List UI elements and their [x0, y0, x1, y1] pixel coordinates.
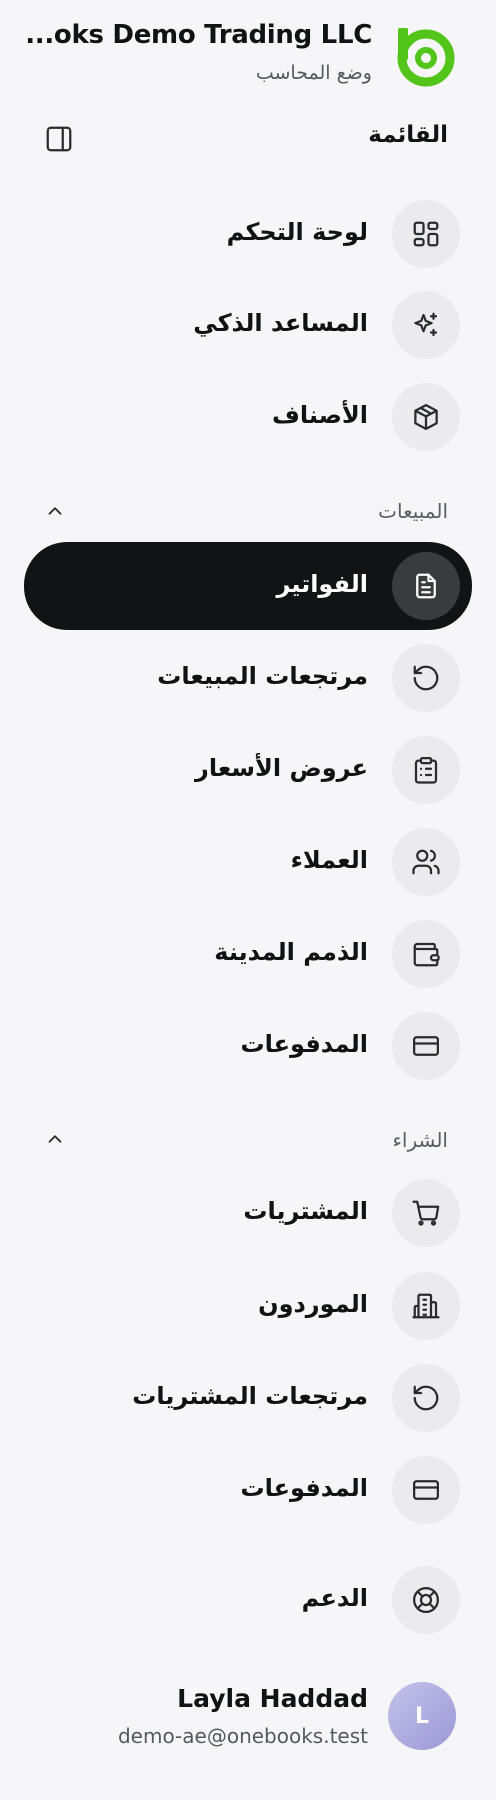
nav-item-support[interactable]: الدعم [0, 1557, 496, 1643]
sparkles-icon [392, 291, 460, 359]
nav-item-label: العملاء [290, 846, 368, 874]
nav-item-label: المشتريات [243, 1197, 368, 1225]
nav-item-label: الموردون [258, 1290, 368, 1318]
menu-title: القائمة [368, 122, 448, 148]
nav-item-label: مرتجعات المشتريات [132, 1382, 368, 1410]
nav-item-label: المساعد الذكي [193, 309, 368, 337]
nav-item-sales-returns[interactable]: مرتجعات المبيعات [0, 635, 496, 721]
nav-item-label: المدفوعات [240, 1030, 368, 1058]
nav-item-payments-sales[interactable]: المدفوعات [0, 1003, 496, 1089]
user-name[interactable]: Layla Haddad [177, 1684, 368, 1713]
user-email: demo-ae@onebooks.test [117, 1724, 368, 1748]
nav-item-label: المدفوعات [240, 1474, 368, 1502]
section-purchases-title: الشراء [392, 1128, 449, 1152]
nav-item-invoices[interactable]: الفواتير [24, 542, 472, 630]
nav-item-label: الدعم [301, 1584, 368, 1612]
mode-label: وضع المحاسب [255, 62, 372, 84]
nav-item-label: لوحة التحكم [226, 218, 368, 246]
sidebar-panel-icon[interactable] [44, 124, 74, 154]
credit-card-icon [392, 1456, 460, 1524]
building-icon [392, 1272, 460, 1340]
rotate-ccw-icon [392, 1364, 460, 1432]
nav-item-label: الذمم المدينة [214, 938, 368, 966]
nav-item-receivables[interactable]: الذمم المدينة [0, 911, 496, 997]
onebooks-logo-icon [392, 24, 456, 88]
nav-item-items[interactable]: الأصناف [0, 374, 496, 460]
dashboard-grid-icon [392, 200, 460, 268]
nav-item-suppliers[interactable]: الموردون [0, 1263, 496, 1349]
nav-item-label: مرتجعات المبيعات [157, 662, 368, 690]
box-icon [392, 383, 460, 451]
rotate-ccw-icon [392, 644, 460, 712]
nav-item-label: الفواتير [276, 570, 368, 598]
users-icon [392, 828, 460, 896]
wallet-icon [392, 920, 460, 988]
nav-item-quotes[interactable]: عروض الأسعار [0, 727, 496, 813]
nav-item-payments-purchases[interactable]: المدفوعات [0, 1447, 496, 1533]
nav-item-dashboard[interactable]: لوحة التحكم [0, 191, 496, 277]
credit-card-icon [392, 1012, 460, 1080]
section-sales-title: المبيعات [378, 499, 448, 523]
shopping-cart-icon [392, 1179, 460, 1247]
file-text-icon [392, 552, 460, 620]
clipboard-list-icon [392, 736, 460, 804]
nav-item-customers[interactable]: العملاء [0, 819, 496, 905]
chevron-up-icon[interactable] [44, 500, 66, 522]
nav-item-ai-assistant[interactable]: المساعد الذكي [0, 282, 496, 368]
nav-item-label: عروض الأسعار [195, 754, 368, 782]
nav-item-purchases[interactable]: المشتريات [0, 1170, 496, 1256]
nav-item-label: الأصناف [272, 401, 368, 429]
nav-item-purchase-returns[interactable]: مرتجعات المشتريات [0, 1355, 496, 1441]
chevron-up-icon[interactable] [44, 1128, 66, 1150]
company-name[interactable]: ...oks Demo Trading LLC [25, 20, 372, 50]
life-buoy-icon [392, 1566, 460, 1634]
avatar[interactable]: L [388, 1682, 456, 1750]
